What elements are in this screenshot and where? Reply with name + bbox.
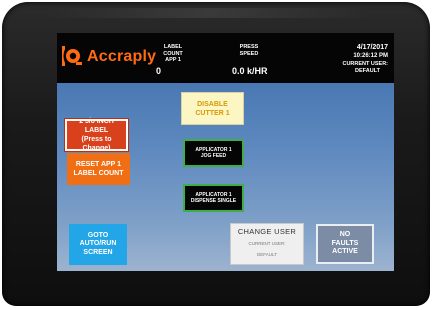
disable-cutter-line-1: DISABLE — [197, 100, 228, 108]
label-count-label: LABEL COUNT APP 1 — [163, 44, 183, 63]
reset-count-line-1: RESET APP 1 — [75, 161, 122, 168]
label-count-value: 0 — [156, 66, 162, 76]
jog-feed-line-2: JOG FEED — [200, 153, 227, 159]
current-user-header-label: CURRENT USER: — [342, 61, 388, 67]
change-user-current-label: CURRENT USER: — [248, 241, 286, 246]
faults-line-1: NO — [339, 231, 351, 239]
current-user-header-value: DEFAULT — [355, 68, 380, 74]
goto-line-2: AUTO/RUN — [79, 240, 117, 248]
header-bar: Accraply LABEL COUNT APP 1 0 PRESS SPEED… — [57, 33, 394, 83]
time-display: 10:26:12 PM — [353, 53, 388, 59]
jog-feed-button[interactable]: APPLICATOR 1 JOG FEED — [183, 139, 244, 167]
press-speed-value: 0.0 k/HR — [232, 66, 268, 76]
change-user-button[interactable]: CHANGE USER CURRENT USER: DEFAULT — [230, 223, 304, 265]
goto-line-1: GOTO — [87, 231, 109, 239]
reset-label-count-button[interactable]: RESET APP 1 LABEL COUNT — [67, 153, 130, 185]
label-size-button[interactable]: 2 3/8 INCH LABEL (Press to Change) — [64, 118, 129, 152]
brand-name: Accraply — [87, 48, 157, 65]
change-user-title: CHANGE USER — [237, 227, 297, 236]
faults-status-indicator[interactable]: NO FAULTS ACTIVE — [316, 224, 374, 264]
press-speed-label: PRESS SPEED — [239, 44, 259, 57]
label-size-line-2: (Press to Change) — [81, 136, 112, 152]
faults-line-3: ACTIVE — [332, 248, 358, 256]
hmi-screen: Accraply LABEL COUNT APP 1 0 PRESS SPEED… — [57, 33, 394, 271]
disable-cutter-line-2: CUTTER 1 — [195, 109, 230, 117]
reset-count-line-2: LABEL COUNT — [73, 170, 124, 177]
goto-auto-run-button[interactable]: GOTO AUTO/RUN SCREEN — [69, 224, 127, 265]
bezel-glare — [42, 8, 372, 18]
label-size-line-1: 2 3/8 INCH LABEL — [79, 118, 114, 134]
faults-line-2: FAULTS — [331, 239, 359, 247]
accraply-logo-icon — [62, 46, 82, 66]
goto-line-3: SCREEN — [83, 248, 113, 256]
disable-cutter-button[interactable]: DISABLE CUTTER 1 — [181, 92, 244, 125]
change-user-current-value: DEFAULT — [257, 252, 277, 257]
dispense-single-line-2: DISPENSE SINGLE — [190, 198, 237, 204]
dispense-single-button[interactable]: APPLICATOR 1 DISPENSE SINGLE — [183, 184, 244, 212]
date-display: 4/17/2017 — [356, 44, 388, 51]
